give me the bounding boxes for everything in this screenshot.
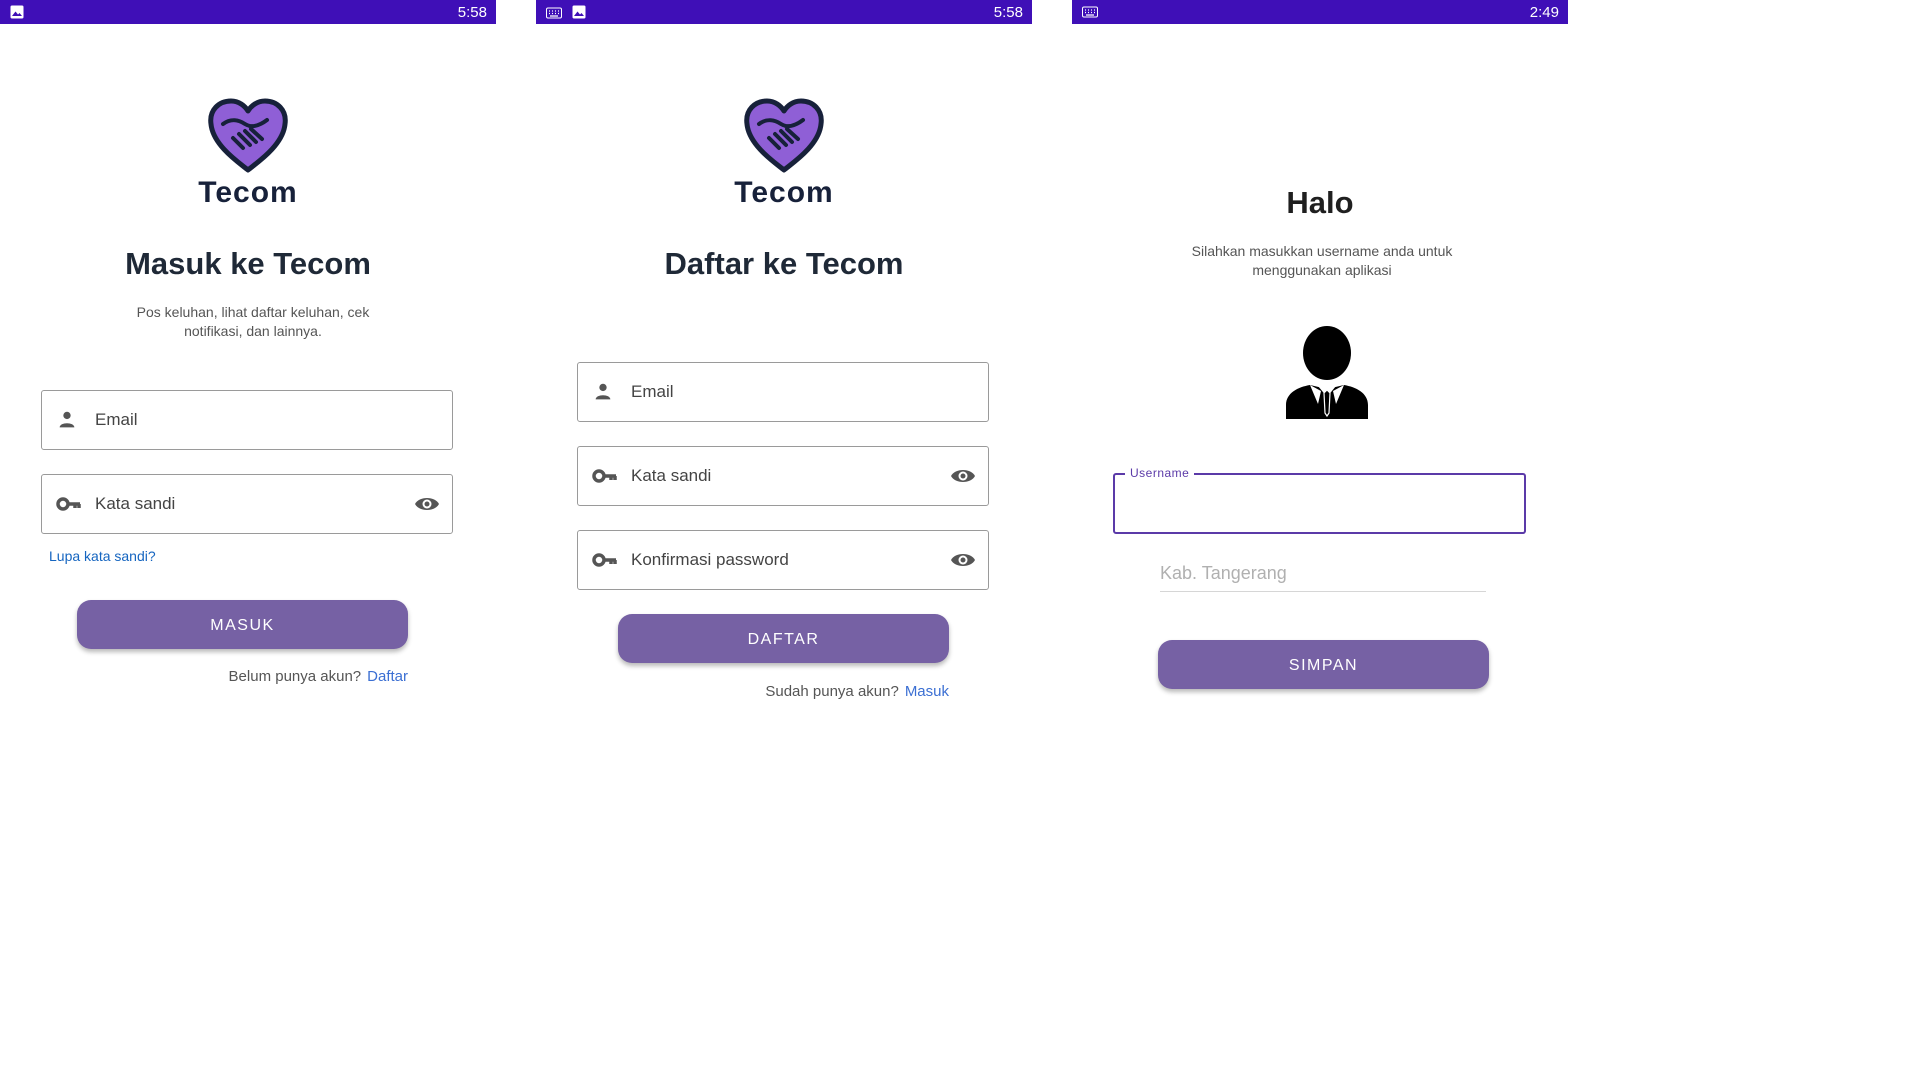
app-logo: Tecom bbox=[168, 98, 328, 210]
register-button[interactable]: DAFTAR bbox=[618, 614, 949, 663]
page-title: Halo bbox=[1286, 185, 1354, 220]
username-screen: 2:49 Halo Silahkan masukkan username and… bbox=[1072, 0, 1568, 877]
register-prompt-text: Belum punya akun? bbox=[228, 668, 362, 685]
forgot-password-link[interactable]: Lupa kata sandi? bbox=[49, 548, 156, 564]
region-input[interactable]: Kab. Tangerang bbox=[1160, 556, 1486, 592]
confirm-password-field[interactable]: Konfirmasi password bbox=[577, 530, 989, 590]
status-time: 5:58 bbox=[457, 4, 487, 21]
confirm-password-placeholder: Konfirmasi password bbox=[631, 550, 789, 569]
heart-handshake-icon bbox=[208, 98, 288, 173]
app-logo: Tecom bbox=[704, 98, 864, 210]
heart-handshake-icon bbox=[744, 98, 824, 173]
person-icon bbox=[56, 409, 78, 436]
email-field[interactable]: Email bbox=[577, 362, 989, 422]
password-field[interactable]: Kata sandi bbox=[577, 446, 989, 506]
email-field[interactable]: Email bbox=[41, 390, 453, 450]
keyboard-icon bbox=[546, 6, 562, 24]
login-button[interactable]: MASUK bbox=[77, 600, 408, 649]
login-screen: 5:58 Tecom Masuk ke Tecom Pos keluhan, l… bbox=[0, 0, 496, 877]
password-placeholder: Kata sandi bbox=[631, 466, 712, 485]
page-subtitle: Pos keluhan, lihat daftar keluhan, cek n… bbox=[136, 304, 370, 339]
eye-icon[interactable] bbox=[950, 466, 976, 491]
image-icon bbox=[10, 5, 24, 24]
key-icon bbox=[592, 549, 618, 576]
key-icon bbox=[592, 465, 618, 492]
register-prompt: Belum punya akun? Daftar bbox=[229, 668, 408, 685]
keyboard-icon bbox=[1082, 5, 1098, 23]
password-field[interactable]: Kata sandi bbox=[41, 474, 453, 534]
page-title: Daftar ke Tecom bbox=[664, 246, 904, 281]
image-icon bbox=[572, 5, 586, 24]
password-placeholder: Kata sandi bbox=[95, 494, 176, 513]
status-bar: 5:58 bbox=[536, 0, 1032, 24]
eye-icon[interactable] bbox=[414, 494, 440, 519]
key-icon bbox=[56, 493, 82, 520]
username-label: Username bbox=[1125, 466, 1195, 480]
status-time: 5:58 bbox=[993, 4, 1023, 21]
status-bar: 2:49 bbox=[1072, 0, 1568, 24]
status-bar: 5:58 bbox=[0, 0, 496, 24]
page-title: Masuk ke Tecom bbox=[125, 246, 371, 281]
region-placeholder: Kab. Tangerang bbox=[1160, 563, 1287, 583]
brand-name: Tecom bbox=[734, 176, 834, 209]
register-screen: 5:58 Tecom Daftar ke Tecom Email Kata sa… bbox=[536, 0, 1032, 877]
page-subtitle: Silahkan masukkan username anda untuk me… bbox=[1191, 243, 1453, 278]
brand-name: Tecom bbox=[198, 176, 298, 209]
user-avatar-icon bbox=[1284, 325, 1370, 424]
email-placeholder: Email bbox=[631, 382, 674, 401]
username-field[interactable]: Username bbox=[1113, 466, 1526, 534]
login-prompt: Sudah punya akun? Masuk bbox=[765, 683, 949, 700]
status-time: 2:49 bbox=[1529, 4, 1559, 21]
eye-icon[interactable] bbox=[950, 550, 976, 575]
save-button[interactable]: SIMPAN bbox=[1158, 640, 1489, 689]
login-prompt-text: Sudah punya akun? bbox=[765, 683, 899, 700]
person-icon bbox=[592, 381, 614, 408]
register-link[interactable]: Daftar bbox=[367, 668, 408, 685]
login-link[interactable]: Masuk bbox=[905, 683, 949, 700]
email-placeholder: Email bbox=[95, 410, 138, 429]
